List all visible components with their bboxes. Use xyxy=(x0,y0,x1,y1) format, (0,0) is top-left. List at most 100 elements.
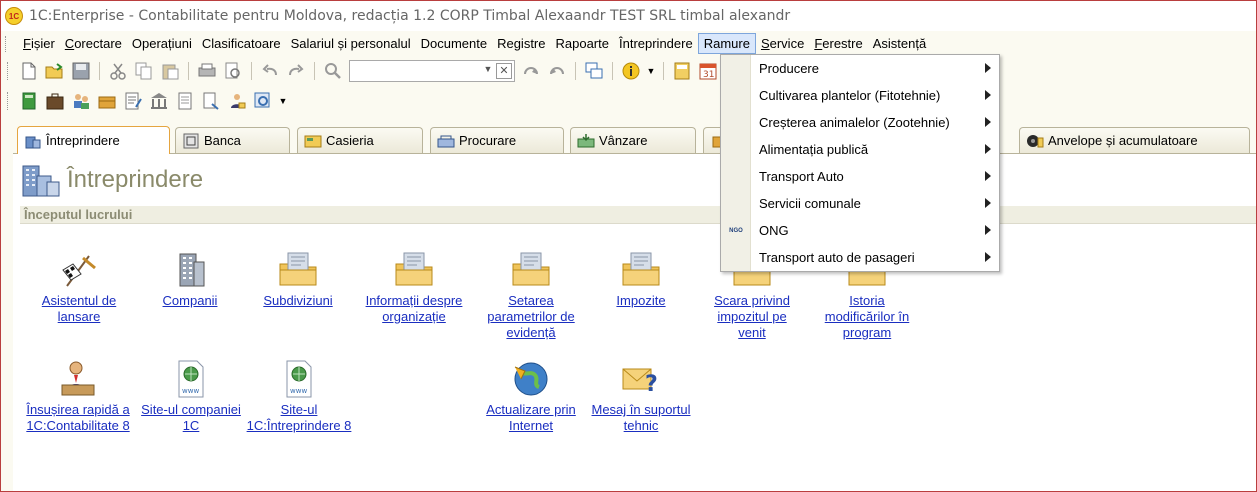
ramure-dropdown-menu: Producere Cultivarea plantelor (Fitotehn… xyxy=(720,54,1000,272)
launcher-site-companiei[interactable]: www Site-ul companiei 1C xyxy=(141,359,241,434)
new-document-icon[interactable] xyxy=(18,60,40,82)
operations-toolbar: ▼ xyxy=(1,87,1256,115)
calculator-icon[interactable] xyxy=(671,60,693,82)
menu-salariul[interactable]: Salariul și personalul xyxy=(286,34,416,53)
print-preview-icon[interactable] xyxy=(222,60,244,82)
ngo-icon: NGO xyxy=(729,227,743,234)
tab-anvelope[interactable]: Anvelope și acumulatoare xyxy=(1019,127,1250,153)
menu-registre[interactable]: Registre xyxy=(492,34,550,53)
launcher-label: Setarea parametrilor de evidență xyxy=(487,293,575,340)
menu-intreprindere[interactable]: Întreprindere xyxy=(614,34,698,53)
enterprise-large-icon xyxy=(19,160,61,200)
menu-item-label: Servicii comunale xyxy=(759,196,861,211)
launcher-mesaj-suport[interactable]: ? Mesaj în suportul tehnic xyxy=(591,359,691,434)
standard-toolbar: ▼ ✕ ▼ 31 xyxy=(1,57,1256,85)
dropdown-arrow-icon[interactable]: ▼ xyxy=(278,90,288,112)
document-move-icon[interactable] xyxy=(200,90,222,112)
find-next-icon[interactable] xyxy=(520,60,542,82)
bank-building-icon[interactable] xyxy=(148,90,170,112)
search-icon[interactable] xyxy=(322,60,344,82)
launcher-label: Subdiviziuni xyxy=(263,293,333,308)
chevron-down-icon[interactable]: ▼ xyxy=(481,64,495,78)
document-edit-icon[interactable] xyxy=(122,90,144,112)
launcher-label: Actualizare prin Internet xyxy=(486,402,576,433)
menu-corectare[interactable]: Corectare xyxy=(60,34,127,53)
section-tabs: Întreprindere Banca Casieria Procurare V… xyxy=(15,126,1255,154)
box-icon[interactable] xyxy=(96,90,118,112)
menu-fisier[interactable]: Fișier xyxy=(18,34,60,53)
submenu-arrow-icon xyxy=(985,225,991,235)
save-icon[interactable] xyxy=(70,60,92,82)
launcher-companii[interactable]: Companii xyxy=(140,250,240,309)
submenu-arrow-icon xyxy=(985,144,991,154)
folder-icon xyxy=(622,252,660,286)
menu-item-ong[interactable]: NGO ONG xyxy=(721,217,999,244)
menu-clasificatoare[interactable]: Clasificatoare xyxy=(197,34,286,53)
menu-item-producere[interactable]: Producere xyxy=(721,55,999,82)
tab-intreprindere[interactable]: Întreprindere xyxy=(17,126,170,154)
tab-banca[interactable]: Banca xyxy=(175,127,290,153)
folder-icon xyxy=(512,252,550,286)
menu-documente[interactable]: Documente xyxy=(416,34,492,53)
tab-casieria[interactable]: Casieria xyxy=(297,127,423,153)
undo-icon[interactable] xyxy=(259,60,281,82)
tab-procurare[interactable]: Procurare xyxy=(430,127,564,153)
search-input[interactable]: ▼ ✕ xyxy=(349,60,515,82)
dropdown-arrow-icon[interactable]: ▼ xyxy=(646,60,656,82)
launcher-setarea-parametrilor[interactable]: Setarea parametrilor de evidență xyxy=(481,250,581,341)
menu-grip xyxy=(5,35,8,52)
launcher-insusirea-rapida[interactable]: Însușirea rapidă a 1C:Contabilitate 8 xyxy=(18,359,138,434)
launcher-label: Companii xyxy=(162,293,218,308)
tires-icon xyxy=(1026,133,1044,149)
menu-item-alimentatia-publica[interactable]: Alimentația publică xyxy=(721,136,999,163)
menu-item-cresterea-animalelor[interactable]: Creșterea animalelor (Zootehnie) xyxy=(721,109,999,136)
launcher-actualizare-internet[interactable]: Actualizare prin Internet xyxy=(481,359,581,434)
launcher-informatii-organizatie[interactable]: Informații despre organizație xyxy=(364,250,464,325)
bank-icon xyxy=(182,133,200,149)
windows-icon[interactable] xyxy=(583,60,605,82)
menu-service[interactable]: Service xyxy=(756,34,809,53)
menu-item-servicii-comunale[interactable]: Servicii comunale xyxy=(721,190,999,217)
redo-icon[interactable] xyxy=(285,60,307,82)
tab-label: Anvelope și acumulatoare xyxy=(1048,133,1198,148)
launcher-impozite[interactable]: Impozite xyxy=(591,250,691,309)
toolbar-separator xyxy=(575,62,576,80)
report-settings-icon[interactable] xyxy=(252,90,274,112)
launcher-site-intreprindere[interactable]: www Site-ul 1C:Întreprindere 8 xyxy=(244,359,354,434)
menu-ramure[interactable]: Ramure xyxy=(697,33,756,54)
tab-label: Întreprindere xyxy=(46,133,120,148)
menu-bar: Fișier Corectare Operațiuni Clasificatoa… xyxy=(1,31,1256,56)
submenu-arrow-icon xyxy=(985,171,991,181)
open-folder-icon[interactable] xyxy=(44,60,66,82)
launcher-asistentul-lansare[interactable]: Asistentul de lansare xyxy=(29,250,129,325)
paste-icon[interactable] xyxy=(159,60,181,82)
green-book-icon[interactable] xyxy=(18,90,40,112)
users-icon[interactable] xyxy=(70,90,92,112)
menu-rapoarte[interactable]: Rapoarte xyxy=(551,34,614,53)
info-icon[interactable] xyxy=(620,60,642,82)
tab-label: Vânzare xyxy=(599,133,648,148)
launcher-label: Asistentul de lansare xyxy=(41,293,117,324)
menu-asistenta[interactable]: Asistență xyxy=(868,34,931,53)
menu-item-transport-auto[interactable]: Transport Auto xyxy=(721,163,999,190)
clear-icon[interactable]: ✕ xyxy=(496,63,512,79)
copy-icon[interactable] xyxy=(133,60,155,82)
print-icon[interactable] xyxy=(196,60,218,82)
menu-ferestre[interactable]: Ferestre xyxy=(809,34,867,53)
tab-vanzare[interactable]: Vânzare xyxy=(570,127,696,153)
svg-text:www: www xyxy=(182,387,199,395)
document-icon[interactable] xyxy=(174,90,196,112)
toolbar-grip xyxy=(7,92,10,110)
teacher-icon xyxy=(61,361,95,396)
find-previous-icon[interactable] xyxy=(546,60,568,82)
menu-operatiuni[interactable]: Operațiuni xyxy=(127,34,197,53)
menu-item-cultivarea-plantelor[interactable]: Cultivarea plantelor (Fitotehnie) xyxy=(721,82,999,109)
toolbar-separator xyxy=(251,62,252,80)
person-money-icon[interactable] xyxy=(226,90,248,112)
cut-icon[interactable] xyxy=(107,60,129,82)
briefcase-icon[interactable] xyxy=(44,90,66,112)
menu-item-label: Alimentația publică xyxy=(759,142,869,157)
calendar-icon[interactable]: 31 xyxy=(697,60,719,82)
launcher-subdiviziuni[interactable]: Subdiviziuni xyxy=(248,250,348,309)
menu-item-transport-pasageri[interactable]: Transport auto de pasageri xyxy=(721,244,999,271)
